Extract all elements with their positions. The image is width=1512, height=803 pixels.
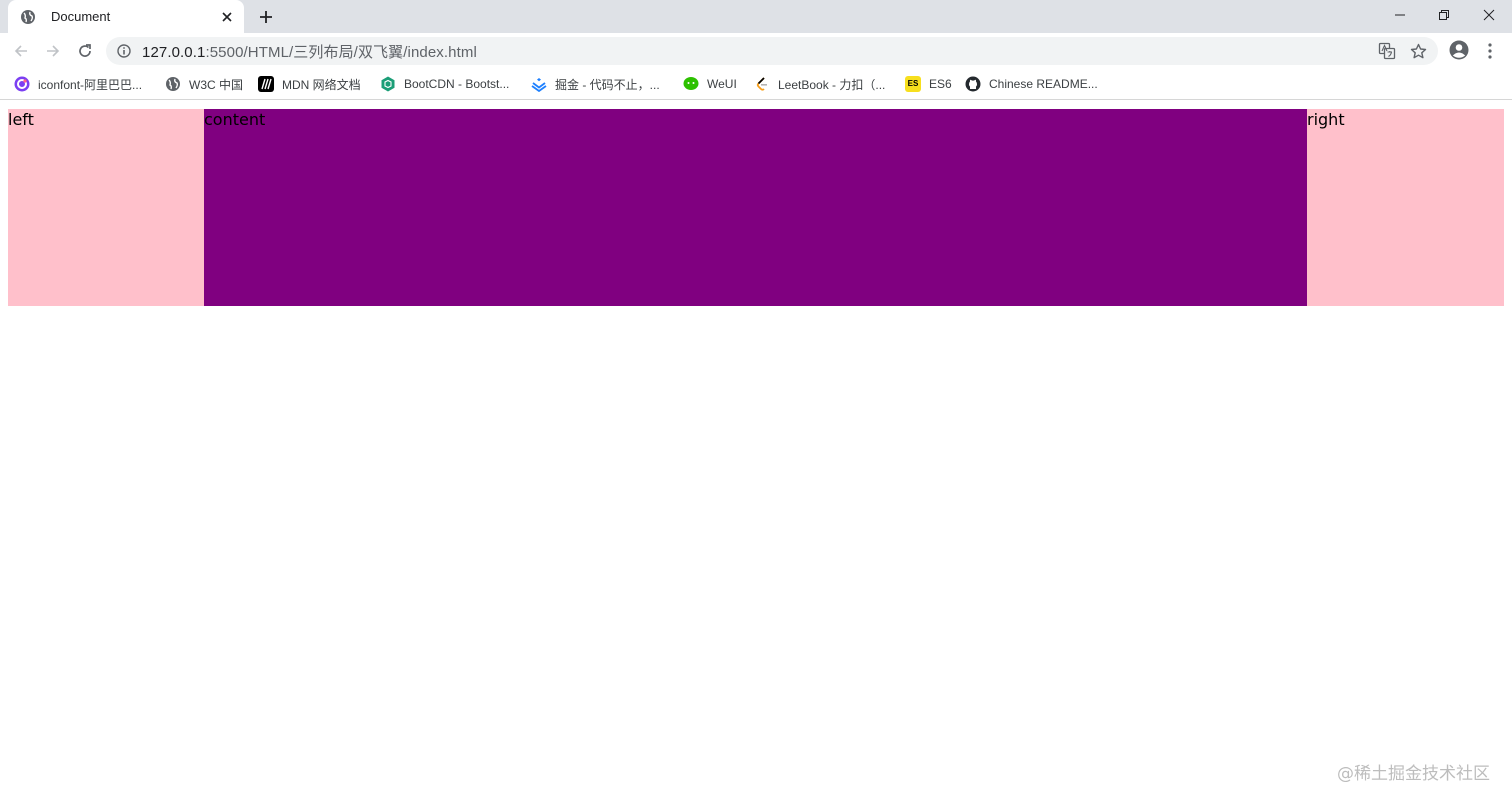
- url-text[interactable]: 127.0.0.1:5500/HTML/三列布局/双飞翼/index.html: [142, 41, 477, 62]
- bookmark-iconfont[interactable]: iconfont-阿里巴巴...: [14, 74, 142, 94]
- bookmark-juejin[interactable]: 掘金 - 代码不止，...: [531, 74, 660, 94]
- minimize-icon[interactable]: [1377, 0, 1423, 30]
- watermark: @稀土掘金技术社区: [1337, 764, 1490, 784]
- profile-avatar-icon[interactable]: [1448, 39, 1470, 61]
- bookmark-bootcdn[interactable]: BootCDN - Bootst...: [380, 74, 509, 94]
- reload-icon[interactable]: [73, 39, 97, 63]
- left-column: left: [8, 109, 204, 306]
- info-icon[interactable]: [116, 43, 132, 59]
- title-bar: Document: [0, 0, 1512, 33]
- globe-icon: [165, 76, 181, 92]
- close-tab-icon[interactable]: [219, 9, 235, 25]
- three-column-container: content left right: [8, 109, 1504, 306]
- address-bar[interactable]: 127.0.0.1:5500/HTML/三列布局/双飞翼/index.html: [106, 37, 1438, 65]
- weui-icon: [683, 76, 699, 92]
- bookmark-mdn[interactable]: MDN 网络文档: [258, 74, 361, 94]
- bookmark-chinese-readme[interactable]: Chinese README...: [965, 74, 1098, 94]
- bootcdn-icon: [380, 76, 396, 92]
- bookmarks-bar: iconfont-阿里巴巴... W3C 中国 MDN 网络文档 BootCDN…: [0, 69, 1512, 100]
- iconfont-icon: [14, 76, 30, 92]
- menu-icon[interactable]: [1480, 39, 1500, 63]
- bookmark-es6[interactable]: ES ES6: [905, 74, 952, 94]
- tab-title: Document: [51, 9, 111, 24]
- right-label: right: [1307, 110, 1345, 129]
- bookmark-weui[interactable]: WeUI: [683, 74, 737, 94]
- toolbar: 127.0.0.1:5500/HTML/三列布局/双飞翼/index.html: [0, 33, 1512, 69]
- restore-icon[interactable]: [1421, 0, 1467, 30]
- globe-icon: [20, 9, 36, 25]
- new-tab-icon[interactable]: [256, 7, 276, 27]
- bookmark-w3c[interactable]: W3C 中国: [165, 74, 243, 94]
- mdn-icon: [258, 76, 274, 92]
- content-label: content: [204, 110, 266, 129]
- es6-icon: ES: [905, 76, 921, 92]
- forward-icon[interactable]: [41, 39, 65, 63]
- url-host: 127.0.0.1: [142, 43, 206, 61]
- left-label: left: [8, 110, 34, 129]
- translate-icon[interactable]: [1378, 37, 1396, 65]
- juejin-icon: [531, 76, 547, 92]
- back-icon[interactable]: [9, 39, 33, 63]
- close-window-icon[interactable]: [1466, 0, 1512, 30]
- star-icon[interactable]: [1410, 37, 1427, 65]
- github-icon: [965, 76, 981, 92]
- tab-document[interactable]: Document: [8, 0, 244, 33]
- url-path: :5500/HTML/三列布局/双飞翼/index.html: [205, 43, 477, 61]
- right-column: right: [1307, 109, 1504, 306]
- leetcode-icon: [754, 76, 770, 92]
- content-column: content: [204, 109, 1307, 306]
- bookmark-leetbook[interactable]: LeetBook - 力扣（...: [754, 74, 885, 94]
